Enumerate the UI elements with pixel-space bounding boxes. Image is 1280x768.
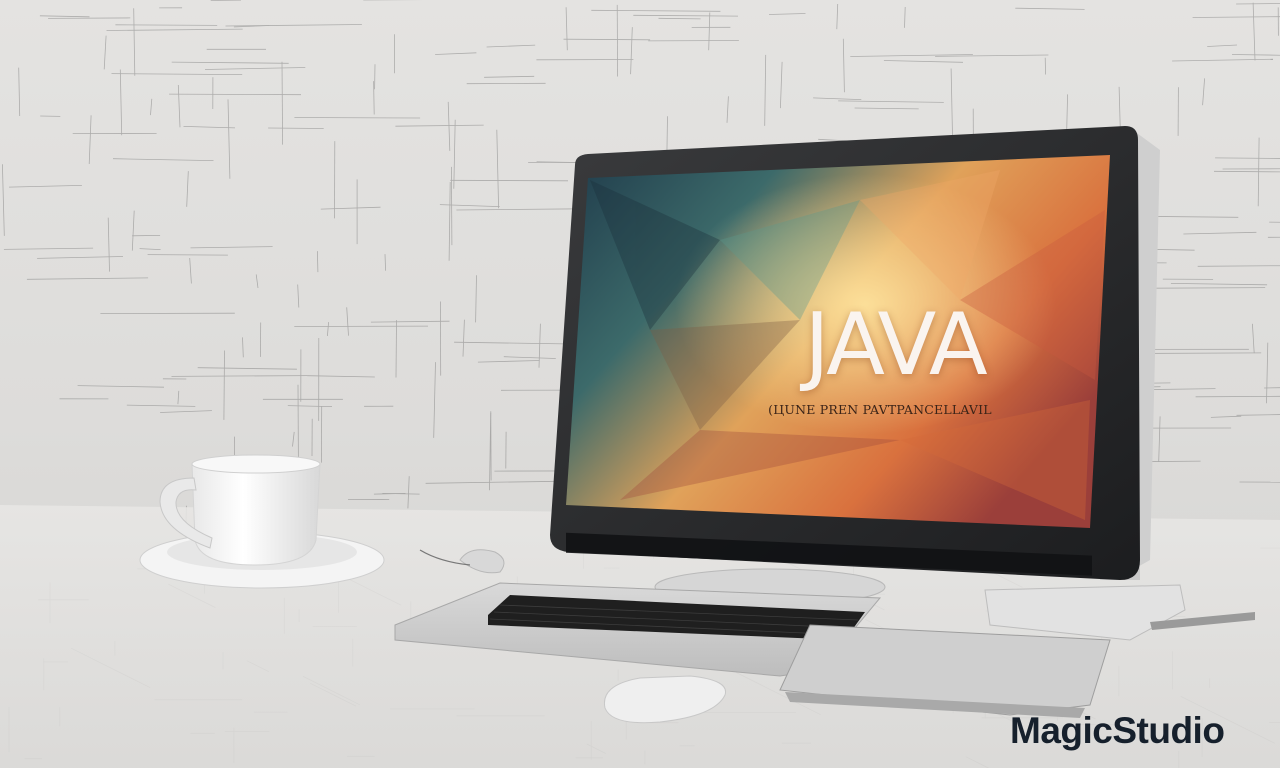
scene: JAVA (ЦUNE PREN PAVTPANCELLAVIL MagicStu… [0,0,1280,768]
desk-scene-illustration [0,126,1280,768]
magicstudio-watermark: MagicStudio [1010,710,1225,751]
screen-subtitle: (ЦUNE PREN PAVTPANCELLAVIL [768,402,992,417]
screen-title-java: JAVA [804,295,987,395]
